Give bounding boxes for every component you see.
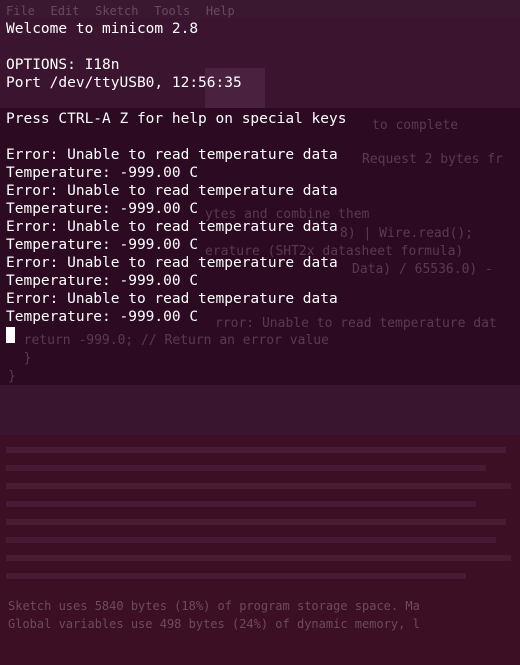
terminal-line-error: Error: Unable to read temperature data [6, 219, 338, 235]
terminal-line-temperature: Temperature: -999.00 C [6, 273, 199, 289]
ide-menu-sketch[interactable]: Sketch [95, 4, 138, 18]
console-text-block [6, 501, 476, 507]
terminal-cursor-line [6, 326, 516, 344]
terminal-line-error: Error: Unable to read temperature data [6, 255, 338, 271]
ide-code-line: } [8, 351, 32, 366]
terminal-line-error: Error: Unable to read temperature data [6, 183, 338, 199]
terminal-line-error: Error: Unable to read temperature data [6, 291, 338, 307]
ide-menu-edit[interactable]: Edit [51, 4, 80, 18]
console-line: Global variables use 498 bytes (24%) of … [8, 617, 420, 631]
terminal-line-options: OPTIONS: I18n [6, 57, 120, 73]
console-text-block [6, 537, 496, 543]
terminal-line-help: Press CTRL-A Z for help on special keys [6, 111, 347, 127]
terminal-cursor [6, 327, 15, 343]
terminal-line-temperature: Temperature: -999.00 C [6, 201, 199, 217]
ide-menu-file[interactable]: File [6, 4, 35, 18]
ide-output-console: Sketch uses 5840 bytes (18%) of program … [0, 435, 520, 665]
ide-menu-tools[interactable]: Tools [154, 4, 190, 18]
terminal-line-temperature: Temperature: -999.00 C [6, 237, 199, 253]
terminal-line-error: Error: Unable to read temperature data [6, 147, 338, 163]
terminal-line-temperature: Temperature: -999.00 C [6, 165, 199, 181]
ide-menu-help[interactable]: Help [206, 4, 235, 18]
console-text-block [6, 519, 506, 525]
terminal-line-temperature: Temperature: -999.00 C [6, 309, 199, 325]
terminal-line-port: Port /dev/ttyUSB0, 12:56:35 [6, 75, 242, 91]
ide-code-line: } [8, 369, 16, 384]
terminal-line-welcome: Welcome to minicom 2.8 [6, 21, 199, 37]
minicom-terminal[interactable]: Welcome to minicom 2.8 OPTIONS: I18n Por… [6, 20, 516, 344]
console-text-block [6, 555, 511, 561]
console-text-block [6, 465, 486, 471]
console-text-block [6, 483, 511, 489]
ide-menubar: File Edit Sketch Tools Help [0, 0, 520, 18]
console-text-block [6, 573, 466, 579]
console-text-block [6, 447, 506, 453]
console-line: Sketch uses 5840 bytes (18%) of program … [8, 599, 420, 613]
ide-divider [0, 385, 520, 435]
